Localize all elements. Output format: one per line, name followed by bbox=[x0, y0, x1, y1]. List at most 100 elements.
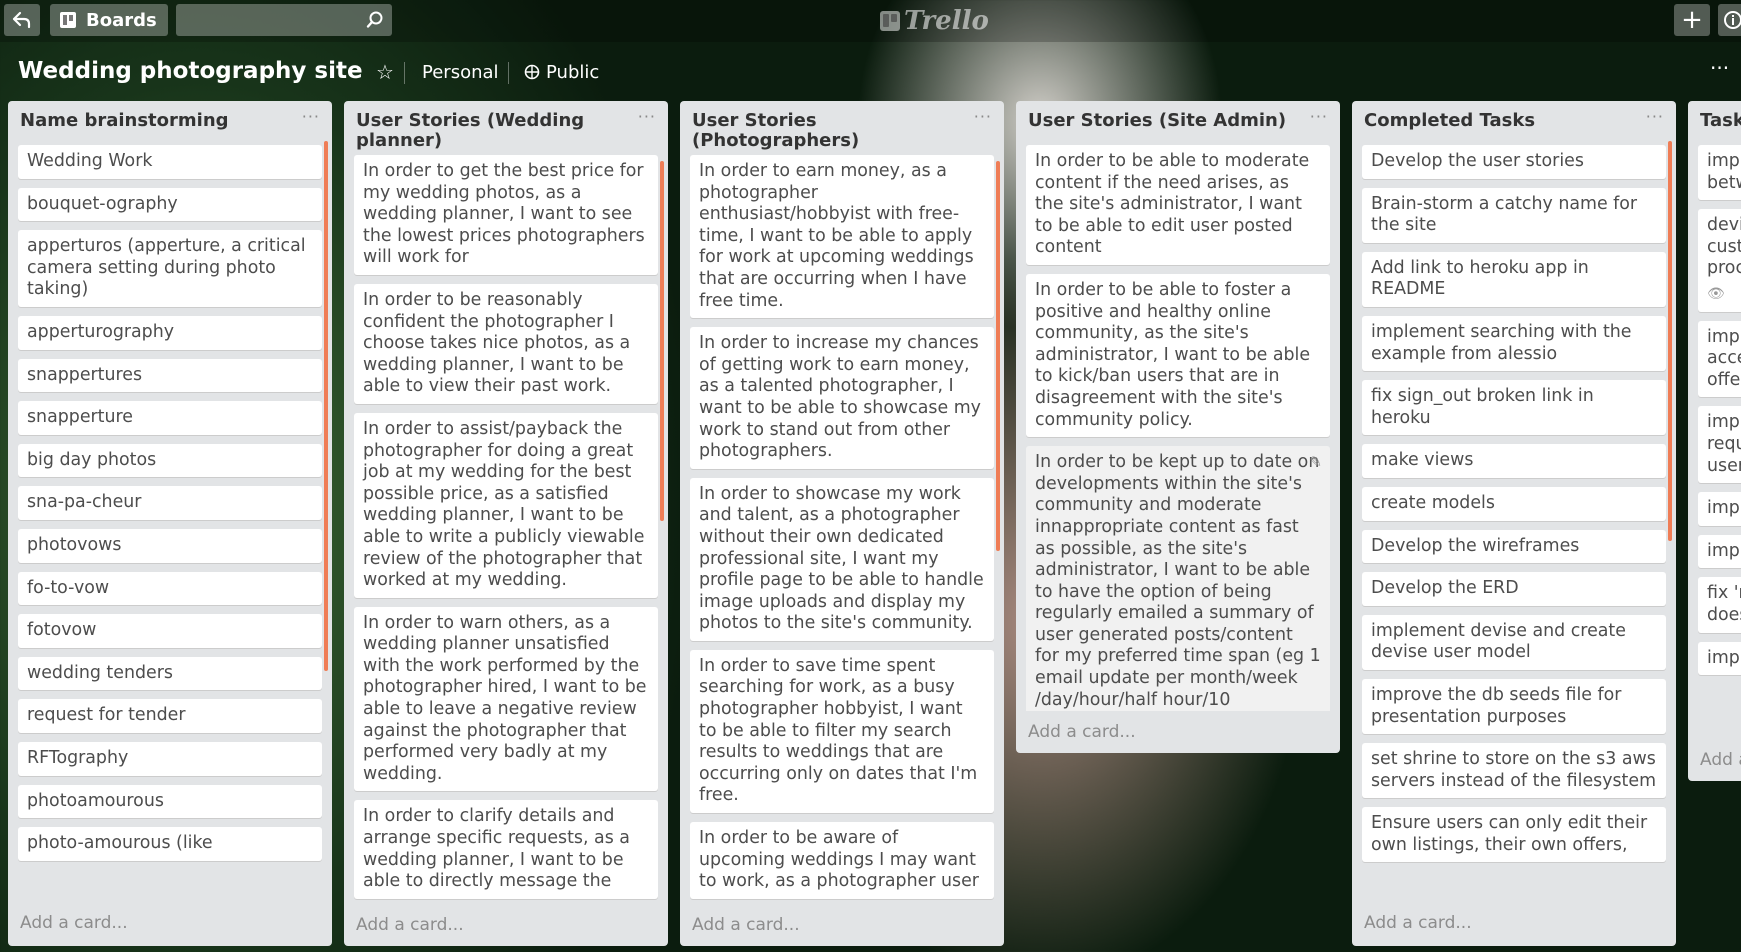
card[interactable]: imp bbox=[1698, 641, 1741, 676]
logo-text: Trello bbox=[904, 6, 989, 36]
add-card-button[interactable]: Add a card... bbox=[1688, 739, 1741, 781]
add-card-button[interactable]: Add a card... bbox=[8, 902, 332, 944]
card[interactable]: Ensure users can only edit their own lis… bbox=[1362, 807, 1666, 863]
card[interactable]: imp bbox=[1698, 534, 1741, 569]
card-container: Wedding Work bouquet-ography apperturos … bbox=[8, 145, 332, 902]
card[interactable]: RFTography bbox=[18, 741, 322, 776]
back-arrow-icon bbox=[12, 11, 31, 29]
card[interactable]: fix sign_out broken link in heroku bbox=[1362, 380, 1666, 436]
list-title[interactable]: Name brainstorming bbox=[20, 111, 290, 131]
info-button[interactable] bbox=[1718, 4, 1741, 36]
card[interactable]: devi cust proc 👁 bbox=[1698, 209, 1741, 312]
search-input[interactable] bbox=[176, 4, 366, 38]
card[interactable]: create models bbox=[1362, 486, 1666, 521]
card[interactable]: In order to be able to moderate content … bbox=[1026, 145, 1330, 265]
card[interactable]: apperturos (apperture, a critical camera… bbox=[18, 230, 322, 307]
card[interactable]: Wedding Work bbox=[18, 145, 322, 179]
search-box[interactable] bbox=[176, 4, 392, 38]
list-title[interactable]: Completed Tasks bbox=[1364, 111, 1634, 131]
boards-icon bbox=[60, 12, 76, 28]
back-button[interactable] bbox=[4, 4, 40, 36]
card[interactable]: Develop the user stories bbox=[1362, 145, 1666, 179]
board-menu-dots-icon[interactable]: ··· bbox=[1710, 56, 1729, 80]
board-title[interactable]: Wedding photography site bbox=[18, 58, 363, 84]
card[interactable]: bouquet-ography bbox=[18, 187, 322, 222]
scrollbar[interactable] bbox=[324, 141, 328, 671]
add-card-button[interactable]: Add a card... bbox=[1016, 711, 1340, 753]
card[interactable]: improve the db seeds file for presentati… bbox=[1362, 678, 1666, 735]
add-button[interactable]: + bbox=[1674, 4, 1710, 36]
card[interactable]: fix 'r does bbox=[1698, 577, 1741, 633]
card[interactable]: set shrine to store on the s3 aws server… bbox=[1362, 743, 1666, 799]
card[interactable]: Develop the ERD bbox=[1362, 572, 1666, 606]
card[interactable]: make views bbox=[1362, 444, 1666, 478]
header-divider bbox=[508, 62, 509, 84]
card[interactable]: implement devise and create devise user … bbox=[1362, 614, 1666, 670]
list-title[interactable]: User Stories (Wedding planner) bbox=[356, 111, 626, 151]
card[interactable]: In order to warn others, as a wedding pl… bbox=[354, 606, 658, 792]
scrollbar[interactable] bbox=[1668, 141, 1672, 541]
card[interactable]: imp betw bbox=[1698, 145, 1741, 201]
star-icon[interactable]: ☆ bbox=[376, 60, 394, 84]
card[interactable]: photo-amourous (like bbox=[18, 827, 322, 861]
top-header: Boards Trello + bbox=[0, 0, 1741, 42]
visibility-public-label: Public bbox=[546, 62, 600, 83]
card-container: In order to get the best price for my we… bbox=[344, 155, 668, 904]
card[interactable]: In order to be aware of upcoming wedding… bbox=[690, 822, 994, 899]
board-header: Wedding photography site ☆ Personal Publ… bbox=[0, 50, 1741, 94]
list-title[interactable]: User Stories (Photographers) bbox=[692, 111, 962, 151]
eye-icon: 👁 bbox=[1707, 285, 1725, 302]
card[interactable]: Add link to heroku app in README bbox=[1362, 251, 1666, 307]
card[interactable]: In order to showcase my work and talent,… bbox=[690, 477, 994, 641]
list-menu-icon[interactable]: ··· bbox=[974, 107, 992, 126]
card[interactable]: In order to be reasonably confident the … bbox=[354, 283, 658, 404]
list-menu-icon[interactable]: ··· bbox=[302, 107, 320, 126]
card[interactable]: snappertures bbox=[18, 358, 322, 393]
boards-button[interactable]: Boards bbox=[50, 4, 168, 36]
list-menu-icon[interactable]: ··· bbox=[638, 107, 656, 126]
list-menu-icon[interactable]: ··· bbox=[1646, 107, 1664, 126]
pencil-icon[interactable]: ✎ bbox=[1309, 452, 1322, 474]
trello-logo-icon bbox=[880, 11, 900, 31]
scrollbar[interactable] bbox=[996, 161, 1000, 551]
card-hovered[interactable]: In order to be kept up to date on develo… bbox=[1026, 446, 1330, 711]
card[interactable]: imp bbox=[1698, 492, 1741, 526]
card-text: devi cust proc bbox=[1707, 215, 1741, 279]
card[interactable]: In order to earn money, as a photographe… bbox=[690, 155, 994, 319]
card[interactable]: apperturography bbox=[18, 315, 322, 350]
card[interactable]: In order to get the best price for my we… bbox=[354, 155, 658, 275]
card[interactable]: In order to be able to foster a positive… bbox=[1026, 273, 1330, 438]
visibility-public[interactable]: Public bbox=[524, 62, 599, 83]
card[interactable]: snapperture bbox=[18, 401, 322, 435]
card[interactable]: implement searching with the example fro… bbox=[1362, 315, 1666, 372]
card[interactable]: sna-pa-cheur bbox=[18, 486, 322, 520]
card[interactable]: Develop the wireframes bbox=[1362, 529, 1666, 564]
card[interactable]: request for tender bbox=[18, 699, 322, 733]
card[interactable]: imp requ user bbox=[1698, 406, 1741, 484]
list-title[interactable]: User Stories (Site Admin) bbox=[1028, 111, 1298, 131]
card[interactable]: In order to save time spent searching fo… bbox=[690, 649, 994, 814]
add-card-button[interactable]: Add a card... bbox=[680, 904, 1004, 946]
card[interactable]: In order to assist/payback the photograp… bbox=[354, 412, 658, 598]
card[interactable]: In order to increase my chances of getti… bbox=[690, 327, 994, 469]
list-title[interactable]: Tasks bbox=[1700, 111, 1741, 131]
card[interactable]: photovows bbox=[18, 528, 322, 563]
card[interactable]: fotovow bbox=[18, 614, 322, 648]
list-menu-icon[interactable]: ··· bbox=[1310, 107, 1328, 126]
card-container: In order to earn money, as a photographe… bbox=[680, 155, 1004, 904]
card[interactable]: wedding tenders bbox=[18, 656, 322, 691]
card[interactable]: In order to clarify details and arrange … bbox=[354, 800, 658, 899]
trello-logo[interactable]: Trello bbox=[880, 6, 989, 36]
globe-icon bbox=[524, 64, 540, 80]
scrollbar[interactable] bbox=[660, 161, 664, 521]
add-card-button[interactable]: Add a card... bbox=[344, 904, 668, 946]
add-card-button[interactable]: Add a card... bbox=[1352, 902, 1676, 944]
card[interactable]: photoamourous bbox=[18, 784, 322, 819]
visibility-personal[interactable]: Personal bbox=[422, 62, 499, 83]
card[interactable]: Brain-storm a catchy name for the site bbox=[1362, 187, 1666, 243]
card[interactable]: imp noti acce offe bbox=[1698, 320, 1741, 398]
card-container: imp betw devi cust proc 👁 imp noti acce … bbox=[1688, 145, 1741, 739]
search-icon bbox=[366, 11, 383, 28]
card[interactable]: fo-to-vow bbox=[18, 571, 322, 606]
card[interactable]: big day photos bbox=[18, 443, 322, 478]
